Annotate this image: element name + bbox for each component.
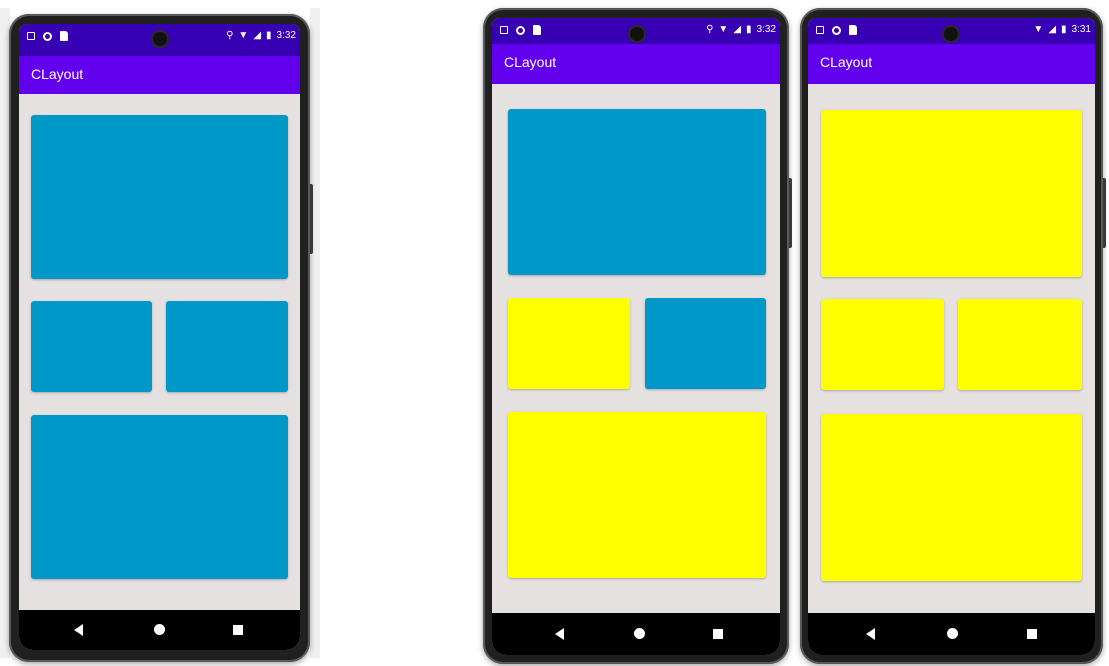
- circle-icon: [832, 25, 841, 35]
- battery-icon: ▮: [266, 30, 272, 41]
- box-top: [821, 110, 1082, 277]
- app-bar: CLayout: [808, 44, 1095, 84]
- status-time: 3:32: [756, 24, 776, 35]
- box-middle-right: [958, 299, 1082, 390]
- background-edge-mid: [310, 8, 320, 658]
- sd-card-icon: [533, 25, 541, 35]
- camera-icon: [153, 32, 167, 46]
- signal-icon: ◢: [1048, 24, 1057, 35]
- box-bottom: [31, 415, 288, 579]
- box-top: [31, 115, 288, 279]
- phone-2: ⚲ ▼ ◢ ▮ 3:32 CLayout: [483, 8, 792, 664]
- box-top: [508, 109, 766, 275]
- battery-icon: ▮: [746, 24, 752, 35]
- box-middle-right: [166, 301, 288, 392]
- app-bar: CLayout: [492, 44, 780, 84]
- camera-icon: [944, 27, 958, 41]
- wifi-icon: ▼: [238, 30, 249, 41]
- app-title: CLayout: [504, 54, 557, 70]
- app-bar: CLayout: [19, 56, 300, 94]
- location-icon: ⚲: [706, 24, 714, 35]
- phone-screen: ▼ ◢ ▮ 3:31 CLayout: [808, 18, 1095, 655]
- phone-screen: ⚲ ▼ ◢ ▮ 3:32 CLayout: [492, 18, 780, 655]
- recents-button[interactable]: [1027, 629, 1037, 639]
- battery-icon: ▮: [1061, 24, 1067, 35]
- navigation-bar: [19, 610, 300, 650]
- box-middle-left: [821, 299, 944, 390]
- circle-icon: [516, 25, 525, 35]
- camera-icon: [630, 27, 644, 41]
- app-title: CLayout: [820, 54, 873, 70]
- location-icon: ⚲: [226, 30, 234, 41]
- signal-icon: ◢: [253, 30, 262, 41]
- box-bottom: [821, 414, 1082, 581]
- home-button[interactable]: [634, 628, 645, 639]
- phone-screen: ⚲ ▼ ◢ ▮ 3:32 CLayout: [19, 24, 300, 650]
- status-time: 3:31: [1071, 24, 1091, 35]
- wifi-icon: ▼: [718, 24, 729, 35]
- app-title: CLayout: [31, 66, 84, 82]
- back-button[interactable]: [866, 628, 875, 640]
- box-middle-left: [508, 298, 630, 389]
- phone-3: ▼ ◢ ▮ 3:31 CLayout: [800, 8, 1106, 664]
- notification-a-icon: [816, 26, 824, 34]
- back-button[interactable]: [74, 624, 83, 636]
- navigation-bar: [808, 613, 1095, 655]
- sd-card-icon: [60, 31, 68, 41]
- back-button[interactable]: [555, 628, 564, 640]
- box-bottom: [508, 412, 766, 578]
- box-middle-left: [31, 301, 152, 392]
- notification-a-icon: [500, 26, 508, 34]
- home-button[interactable]: [947, 628, 958, 639]
- notification-a-icon: [27, 32, 35, 40]
- sd-card-icon: [849, 25, 857, 35]
- recents-button[interactable]: [233, 625, 243, 635]
- wifi-icon: ▼: [1033, 24, 1044, 35]
- circle-icon: [43, 31, 52, 41]
- recents-button[interactable]: [713, 629, 723, 639]
- phone-1: ⚲ ▼ ◢ ▮ 3:32 CLayout: [9, 14, 313, 662]
- box-middle-right: [645, 298, 766, 389]
- home-button[interactable]: [154, 624, 165, 635]
- signal-icon: ◢: [733, 24, 742, 35]
- navigation-bar: [492, 613, 780, 655]
- status-time: 3:32: [276, 30, 296, 41]
